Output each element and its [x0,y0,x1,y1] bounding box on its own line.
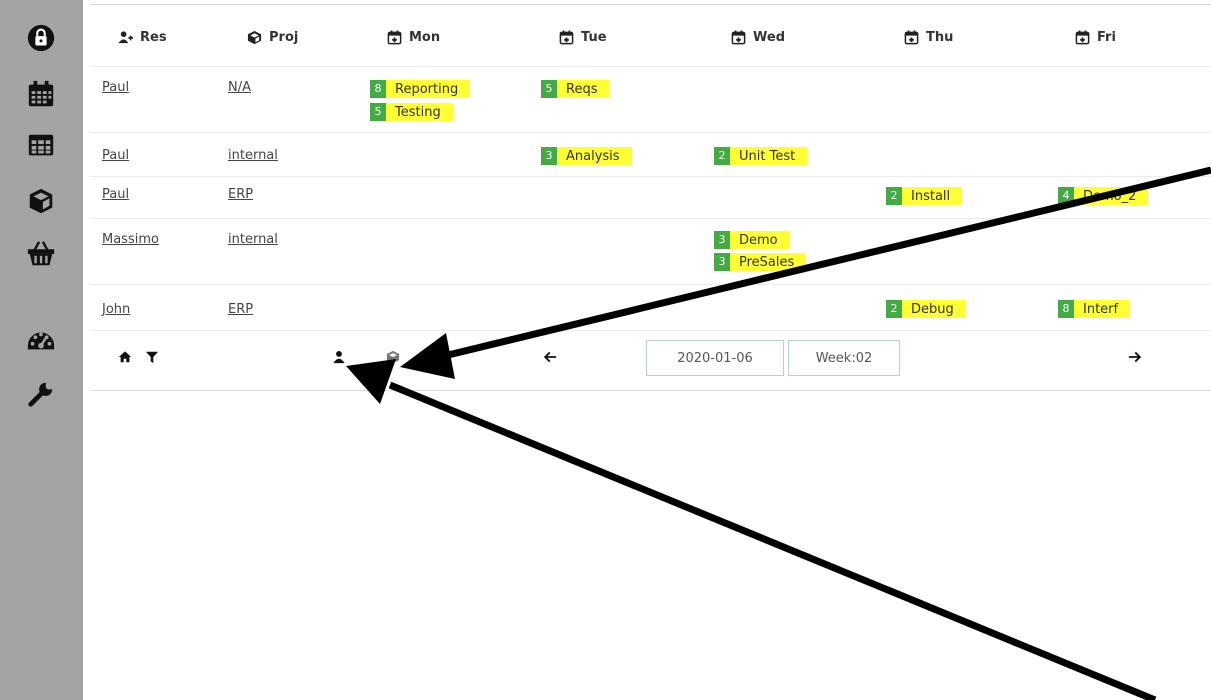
date-field[interactable]: 2020-01-06 [646,340,784,376]
task-block[interactable]: 2 Install [886,187,963,205]
task-label: Analysis [566,148,620,164]
task-block[interactable]: 4 Demo_2 [1058,187,1149,205]
sidebar [0,0,83,700]
task-label: Testing [395,104,441,120]
annotation-arrows [346,166,1211,700]
task-label: Reporting [395,81,459,97]
project-link[interactable]: internal [228,148,278,163]
row-divider [90,330,1211,331]
previous-week-button[interactable] [539,346,561,368]
hours-badge: 3 [714,231,730,249]
day-header-label: Thu [926,29,954,45]
calendar-icon [387,29,402,44]
cube-icon [386,350,400,364]
hours-badge: 3 [714,253,730,271]
row-divider [90,176,1211,177]
row-divider [90,132,1211,133]
column-header-res[interactable]: Res [118,26,167,48]
week-field[interactable]: Week:02 [788,340,900,376]
hours-badge: 5 [541,80,557,98]
hours-badge: 3 [541,147,557,165]
filter-icon [145,351,159,364]
footer-divider [90,390,1211,391]
task-label: Interf [1083,301,1119,317]
arrow-pointer-icon [346,359,1157,700]
calendar-icon [559,29,574,44]
hours-badge: 2 [714,147,730,165]
project-link[interactable]: ERP [228,302,253,317]
task-block[interactable]: 2 Unit Test [714,147,808,165]
hours-badge: 8 [370,80,386,98]
table-icon[interactable] [21,125,61,165]
resource-link[interactable]: Paul [102,80,129,95]
hours-badge: 4 [1058,187,1074,205]
task-label: Unit Test [739,148,796,164]
arrow-right-icon [1128,351,1142,363]
resource-link[interactable]: John [102,302,130,317]
day-header-label: Fri [1097,29,1116,45]
column-header-tue[interactable]: Tue [559,26,607,48]
proj-header-label: Proj [269,29,299,45]
day-header-label: Mon [409,29,441,45]
column-header-fri[interactable]: Fri [1075,26,1116,48]
calendar-icon [731,29,746,44]
filter-button[interactable] [141,346,163,368]
task-label: PreSales [739,254,795,270]
project-link[interactable]: N/A [228,80,251,95]
column-header-proj[interactable]: Proj [247,26,298,48]
project-link[interactable]: ERP [228,187,253,202]
task-block[interactable]: 3 Demo [714,231,790,249]
task-label: Reqs [566,81,598,97]
task-block[interactable]: 5 Testing [370,103,453,121]
task-block[interactable]: 3 PreSales [714,253,807,271]
hours-badge: 2 [886,300,902,318]
user-icon [333,351,345,364]
calendar-icon[interactable] [21,74,61,114]
resource-link[interactable]: Paul [102,148,129,163]
task-block[interactable]: 8 Interf [1058,300,1131,318]
day-header-label: Tue [581,29,607,45]
calendar-icon [904,29,919,44]
hours-badge: 8 [1058,300,1074,318]
row-divider [90,284,1211,285]
project-link[interactable]: internal [228,232,278,247]
task-block[interactable]: 8 Reporting [370,80,471,98]
column-header-mon[interactable]: Mon [387,26,440,48]
task-block[interactable]: 2 Debug [886,300,966,318]
task-label: Debug [911,301,954,317]
res-header-label: Res [140,29,167,45]
next-week-button[interactable] [1124,346,1146,368]
lock-icon[interactable] [21,18,61,58]
arrow-left-icon [543,351,557,363]
home-icon [118,351,132,363]
cube-icon[interactable] [21,181,61,221]
task-label: Install [911,188,951,204]
add-user-icon [118,30,133,43]
column-header-thu[interactable]: Thu [904,26,953,48]
task-label: Demo_2 [1083,188,1137,204]
column-header-wed[interactable]: Wed [731,26,785,48]
hours-badge: 5 [370,103,386,121]
cube-icon [247,30,262,44]
dashboard-icon[interactable] [21,320,61,360]
header-divider [90,66,1211,67]
top-divider [90,4,1211,5]
resource-link[interactable]: Paul [102,187,129,202]
calendar-icon [1075,29,1090,44]
resource-view-button[interactable] [328,346,350,368]
resource-link[interactable]: Massimo [102,232,159,247]
wrench-icon[interactable] [21,374,61,414]
task-label: Demo [739,232,778,248]
row-divider [90,218,1211,219]
project-view-button[interactable] [382,346,404,368]
hours-badge: 2 [886,187,902,205]
task-block[interactable]: 3 Analysis [541,147,632,165]
home-button[interactable] [114,346,136,368]
day-header-label: Wed [753,29,785,45]
basket-icon[interactable] [21,233,61,273]
task-block[interactable]: 5 Reqs [541,80,610,98]
